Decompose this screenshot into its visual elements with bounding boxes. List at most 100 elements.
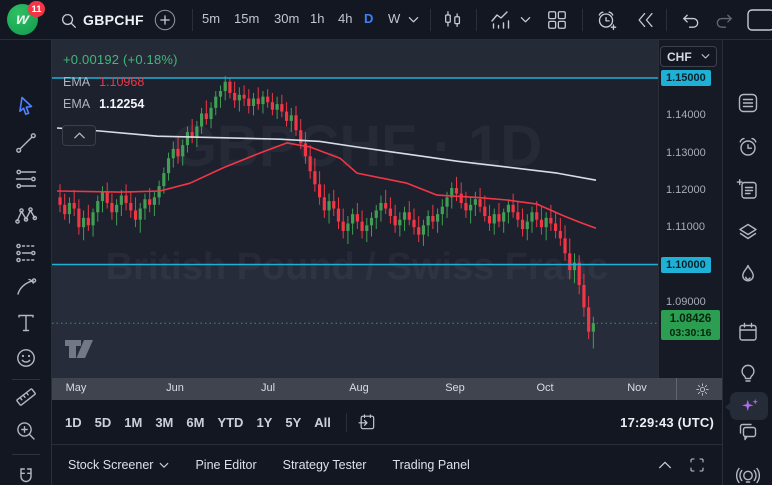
range-1m[interactable]: 1M: [124, 415, 142, 430]
chat-button[interactable]: [736, 420, 760, 444]
trend-line-icon: [16, 133, 36, 153]
tab-strategy-tester[interactable]: Strategy Tester: [283, 458, 367, 472]
month-label-may: May: [65, 382, 87, 394]
price-axis[interactable]: 1.15000 1.14000 1.13000 1.12000 1.11000 1.100…: [658, 40, 722, 378]
object-tree-button[interactable]: [736, 220, 760, 244]
currency-toggle-button[interactable]: CHF: [660, 46, 717, 67]
toolbar-divider: [12, 379, 40, 380]
sparkles-icon: [742, 398, 759, 412]
timeframe-d[interactable]: D: [364, 11, 373, 26]
toolbar-divider: [12, 454, 40, 455]
tab-stock-screener[interactable]: Stock Screener: [68, 458, 169, 472]
flame-icon: [742, 264, 754, 282]
chart-type-button[interactable]: [440, 8, 466, 32]
notes-button[interactable]: [736, 178, 760, 202]
go-to-date-button[interactable]: [357, 412, 377, 432]
tv-logo-watermark[interactable]: [65, 340, 93, 358]
magnet-tool-button[interactable]: [14, 465, 38, 485]
price-tick-label: 1.09000: [666, 295, 706, 308]
ema-legend-row[interactable]: EMA 1.10968: [63, 75, 178, 89]
indicators-button[interactable]: [487, 8, 515, 32]
zoom-in-tool-button[interactable]: [14, 419, 38, 443]
smiley-icon: [17, 349, 35, 367]
chat-bubbles-icon: [739, 423, 757, 441]
range-1y[interactable]: 1Y: [256, 415, 272, 430]
chevron-down-icon: [408, 17, 419, 23]
range-ytd[interactable]: YTD: [217, 415, 243, 430]
cursor-tool-button[interactable]: [14, 94, 38, 118]
notification-badge[interactable]: 11: [28, 1, 45, 17]
ema-label: EMA: [63, 75, 91, 89]
layout-grid-button[interactable]: [544, 8, 570, 32]
range-5y[interactable]: 5Y: [285, 415, 301, 430]
symbol-name: GBPCHF: [83, 12, 144, 28]
ideas-button[interactable]: [736, 361, 760, 385]
ema-legend-row[interactable]: EMA 1.12254: [63, 97, 178, 111]
range-all[interactable]: All: [314, 415, 331, 430]
indicators-icon: [491, 11, 510, 29]
symbol-search-button[interactable]: GBPCHF: [60, 8, 144, 32]
measure-tool-button[interactable]: [14, 385, 38, 409]
range-1d[interactable]: 1D: [65, 415, 82, 430]
timeframe-4h[interactable]: 4h: [338, 11, 352, 26]
range-6m[interactable]: 6M: [186, 415, 204, 430]
pattern-tool-button[interactable]: [14, 204, 38, 228]
price-level-label: 1.15000: [661, 70, 711, 86]
ema-value: 1.10968: [99, 75, 145, 89]
timeframe-dropdown-button[interactable]: [408, 16, 419, 24]
chart-pane[interactable]: GBPCHF · 1D British Pound / Swiss Franc +…: [52, 40, 658, 378]
indicators-dropdown-button[interactable]: [520, 16, 531, 24]
price-tick-label: 1.12000: [666, 183, 706, 196]
save-layout-button[interactable]: [746, 8, 772, 32]
time-axis[interactable]: May Jun Jul Aug Sep Oct Nov: [52, 378, 722, 400]
top-toolbar: w 11 GBPCHF 5m 15m 30m 1h 4h D W: [0, 0, 772, 40]
price-tick-label: 1.11000: [666, 221, 705, 234]
toolbar-divider: [666, 9, 667, 31]
text-tool-button[interactable]: [14, 311, 38, 335]
collapse-legend-button[interactable]: [62, 125, 96, 146]
description-watermark: British Pound / Swiss Franc: [106, 246, 609, 288]
notes-plus-icon: [736, 179, 757, 199]
price-level-label: 1.10000: [661, 256, 711, 273]
tab-pine-editor[interactable]: Pine Editor: [195, 458, 256, 472]
emoji-tool-button[interactable]: [14, 346, 38, 370]
tab-label: Strategy Tester: [282, 458, 367, 472]
hotlists-button[interactable]: [736, 262, 760, 286]
undo-button[interactable]: [677, 8, 703, 32]
timeframe-5m[interactable]: 5m: [202, 11, 220, 26]
alerts-button[interactable]: [736, 135, 760, 159]
bar-replay-button[interactable]: [633, 8, 659, 32]
watchlist-button[interactable]: [736, 91, 760, 115]
logo-glyph: w: [15, 10, 30, 28]
calendar-button[interactable]: [736, 320, 760, 344]
expand-panel-button[interactable]: [656, 456, 674, 474]
forecast-tool-button[interactable]: [14, 241, 38, 265]
create-alert-button[interactable]: [593, 8, 619, 32]
fib-retracement-tool-button[interactable]: [14, 167, 38, 191]
range-5d[interactable]: 5D: [95, 415, 112, 430]
timeframe-w[interactable]: W: [388, 11, 400, 26]
trend-line-tool-button[interactable]: [14, 131, 38, 155]
timeframe-15m[interactable]: 15m: [234, 11, 259, 26]
redo-button[interactable]: [711, 8, 737, 32]
xabcd-pattern-icon: [15, 207, 38, 224]
toolbar-divider: [476, 9, 477, 31]
tab-trading-panel[interactable]: Trading Panel: [392, 458, 469, 472]
chevron-down-icon: [701, 54, 710, 59]
ai-assistant-button[interactable]: [725, 392, 768, 420]
brush-tool-button[interactable]: [14, 275, 38, 299]
range-3m[interactable]: 3M: [155, 415, 173, 430]
live-streams-icon: [736, 467, 760, 484]
compare-add-symbol-button[interactable]: [152, 7, 178, 33]
undo-arrow-icon: [682, 14, 698, 28]
right-sidebar: [722, 40, 772, 485]
axis-settings-button[interactable]: [682, 378, 722, 400]
streams-button[interactable]: [736, 464, 760, 485]
timeframe-30m[interactable]: 30m: [274, 11, 299, 26]
utc-clock[interactable]: 17:29:43 (UTC): [620, 415, 714, 430]
fullscreen-button[interactable]: [688, 456, 706, 474]
timeframe-1h[interactable]: 1h: [310, 11, 324, 26]
chevron-down-icon: [160, 462, 169, 468]
drawing-toolbar: [0, 40, 52, 485]
tradingview-app: w 11 GBPCHF 5m 15m 30m 1h 4h D W GBPCHF …: [0, 0, 772, 485]
